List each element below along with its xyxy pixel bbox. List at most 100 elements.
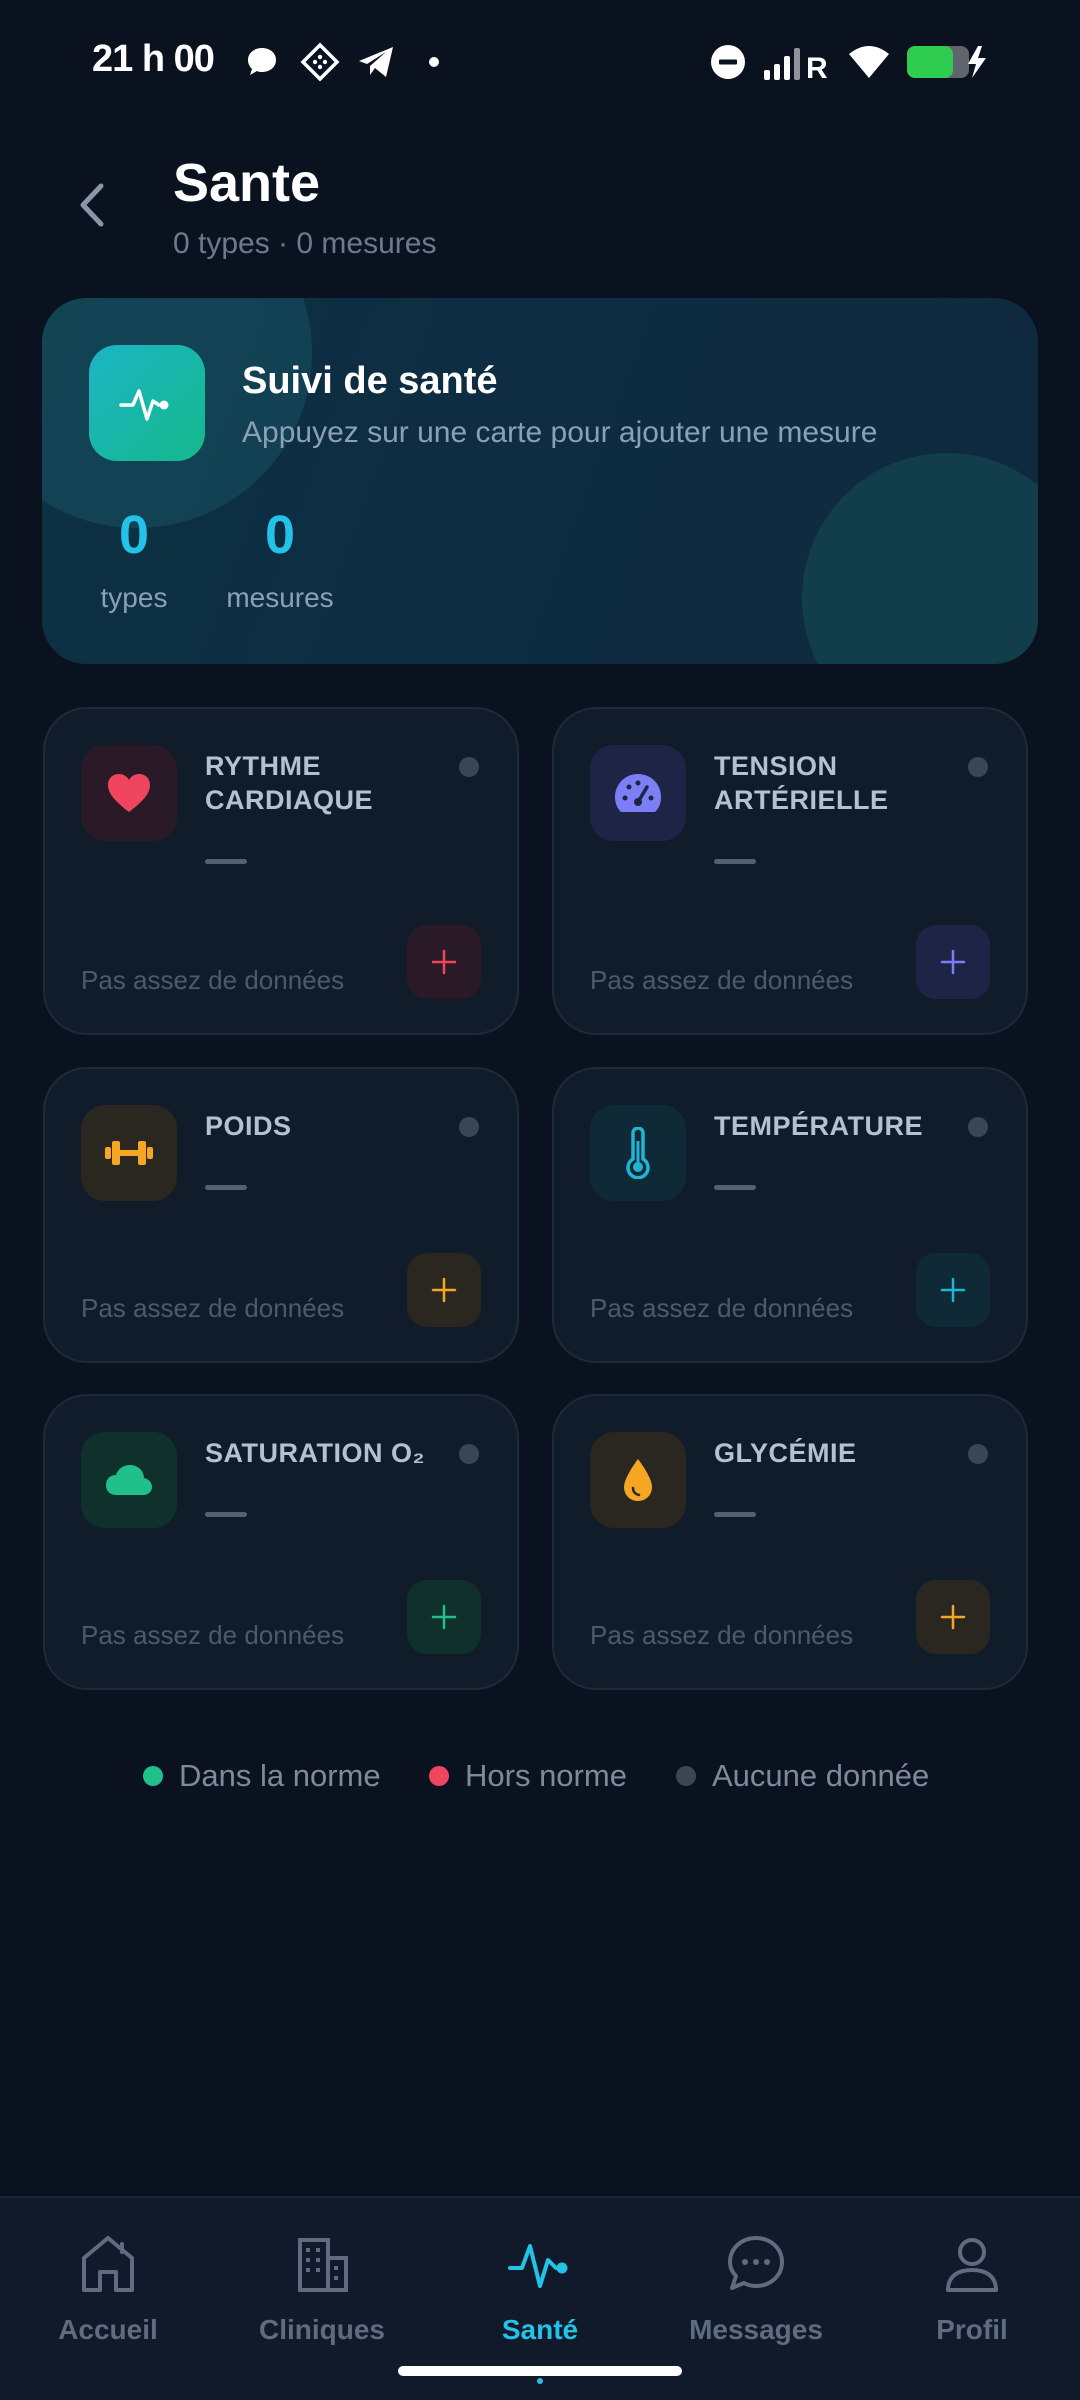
legend-dot [143, 1766, 163, 1786]
nav-label: Santé [501, 2314, 579, 2345]
do-not-disturb-icon [711, 45, 745, 79]
metric-footnote: Pas assez de données [81, 1293, 345, 1323]
plus-icon [431, 1277, 457, 1303]
heart-icon [108, 774, 150, 812]
metric-card-blood-pressure[interactable]: TENSION ARTÉRIELLE Pas assez de données [552, 707, 1028, 1035]
page-subtitle: 0 types · 0 mesures [173, 227, 437, 260]
nav-item-accueil[interactable]: Accueil [8, 2228, 208, 2346]
metric-value-empty [714, 859, 756, 864]
add-blood-glucose-button[interactable] [916, 1580, 990, 1654]
nav-label: Cliniques [258, 2314, 385, 2345]
metric-name: RYTHME CARDIAQUE [205, 751, 374, 815]
nav-item-sante[interactable]: Santé [440, 2228, 640, 2346]
nav-label: Messages [689, 2314, 823, 2345]
legend-item-abnormal: Hors norme [429, 1758, 627, 1794]
metric-icon-box [590, 745, 686, 841]
metric-icon-box [590, 1432, 686, 1528]
plus-icon [940, 1277, 966, 1303]
chevron-left-icon [80, 183, 104, 227]
chat-icon [728, 2236, 784, 2290]
pulse-icon [508, 2244, 568, 2288]
legend-label: Hors norme [465, 1758, 627, 1793]
grid-diamond-notification-icon [300, 42, 340, 82]
metric-value-empty [205, 1185, 247, 1190]
nav-item-cliniques[interactable]: Cliniques [222, 2228, 422, 2346]
nav-item-messages[interactable]: Messages [656, 2228, 856, 2346]
gauge-icon [615, 774, 661, 812]
nav-label: Accueil [58, 2314, 158, 2345]
status-dot [459, 1444, 479, 1464]
measures-stat: 0 mesures [217, 508, 343, 614]
nav-label: Profil [936, 2314, 1008, 2345]
metric-footnote: Pas assez de données [590, 965, 854, 995]
metric-icon-box [590, 1105, 686, 1201]
metric-icon-box [81, 1432, 177, 1528]
metric-value-empty [205, 1512, 247, 1517]
summary-title: Suivi de santé [242, 360, 498, 402]
types-count: 0 [118, 505, 150, 565]
metric-card-blood-glucose[interactable]: GLYCÉMIE Pas assez de données [552, 1394, 1028, 1690]
pulse-icon [119, 389, 169, 421]
add-weight-button[interactable] [407, 1253, 481, 1327]
legend-item-normal: Dans la norme [143, 1758, 381, 1794]
status-dot [968, 1444, 988, 1464]
more-notifications-dot-icon [429, 57, 439, 67]
cloud-icon [106, 1465, 152, 1495]
plus-icon [431, 1604, 457, 1630]
plus-icon [940, 949, 966, 975]
types-stat: 0 types [89, 508, 179, 614]
status-dot [968, 1117, 988, 1137]
metric-footnote: Pas assez de données [81, 965, 345, 995]
measures-label: mesures [226, 582, 334, 613]
drop-icon [624, 1459, 652, 1501]
metric-footnote: Pas assez de données [590, 1620, 854, 1650]
metric-value-empty [205, 859, 247, 864]
metric-card-heart-rate[interactable]: RYTHME CARDIAQUE Pas assez de données [43, 707, 519, 1035]
metric-name: TENSION ARTÉRIELLE [714, 751, 889, 815]
home-indicator[interactable] [398, 2366, 682, 2376]
metric-name: POIDS [205, 1111, 292, 1141]
legend-item-no-data: Aucune donnée [676, 1758, 929, 1794]
chat-bubble-notification-icon [248, 48, 276, 75]
measures-count: 0 [264, 505, 296, 565]
metric-icon-box [81, 1105, 177, 1201]
nav-item-profil[interactable]: Profil [872, 2228, 1072, 2346]
decorative-circle [802, 453, 1038, 664]
metric-value-empty [714, 1185, 756, 1190]
status-bar: 21 h 00 R [0, 0, 1080, 124]
legend-label: Dans la norme [179, 1758, 381, 1793]
summary-icon-box [89, 345, 205, 461]
battery-icon [907, 46, 986, 78]
add-temperature-button[interactable] [916, 1253, 990, 1327]
add-heart-rate-button[interactable] [407, 925, 481, 999]
legend-label: Aucune donnée [712, 1758, 930, 1793]
metric-card-temperature[interactable]: TEMPÉRATURE Pas assez de données [552, 1067, 1028, 1363]
add-blood-pressure-button[interactable] [916, 925, 990, 999]
status-time: 21 h 00 [92, 38, 215, 80]
metric-card-oxygen-saturation[interactable]: SATURATION O₂ Pas assez de données [43, 1394, 519, 1690]
legend-dot [429, 1766, 449, 1786]
health-summary-card: Suivi de santé Appuyez sur une carte pou… [42, 298, 1038, 664]
add-oxygen-saturation-button[interactable] [407, 1580, 481, 1654]
plus-icon [431, 949, 457, 975]
metric-footnote: Pas assez de données [590, 1293, 854, 1323]
user-icon [946, 2238, 998, 2292]
legend-dot [676, 1766, 696, 1786]
wifi-icon [849, 46, 889, 78]
telegram-notification-icon [359, 47, 393, 77]
thermometer-icon [626, 1127, 650, 1179]
metric-card-weight[interactable]: POIDS Pas assez de données [43, 1067, 519, 1363]
back-button[interactable] [62, 170, 122, 240]
status-dot [459, 757, 479, 777]
svg-text:R: R [806, 52, 828, 82]
status-dot [459, 1117, 479, 1137]
metric-name: GLYCÉMIE [714, 1438, 857, 1468]
signal-icon: R [764, 48, 828, 82]
home-icon [82, 2236, 134, 2292]
plus-icon [940, 1604, 966, 1630]
dumbbell-icon [105, 1141, 153, 1165]
metric-name: TEMPÉRATURE [714, 1111, 924, 1141]
metric-footnote: Pas assez de données [81, 1620, 345, 1650]
nav-active-indicator [537, 2378, 543, 2384]
building-icon [298, 2238, 348, 2292]
